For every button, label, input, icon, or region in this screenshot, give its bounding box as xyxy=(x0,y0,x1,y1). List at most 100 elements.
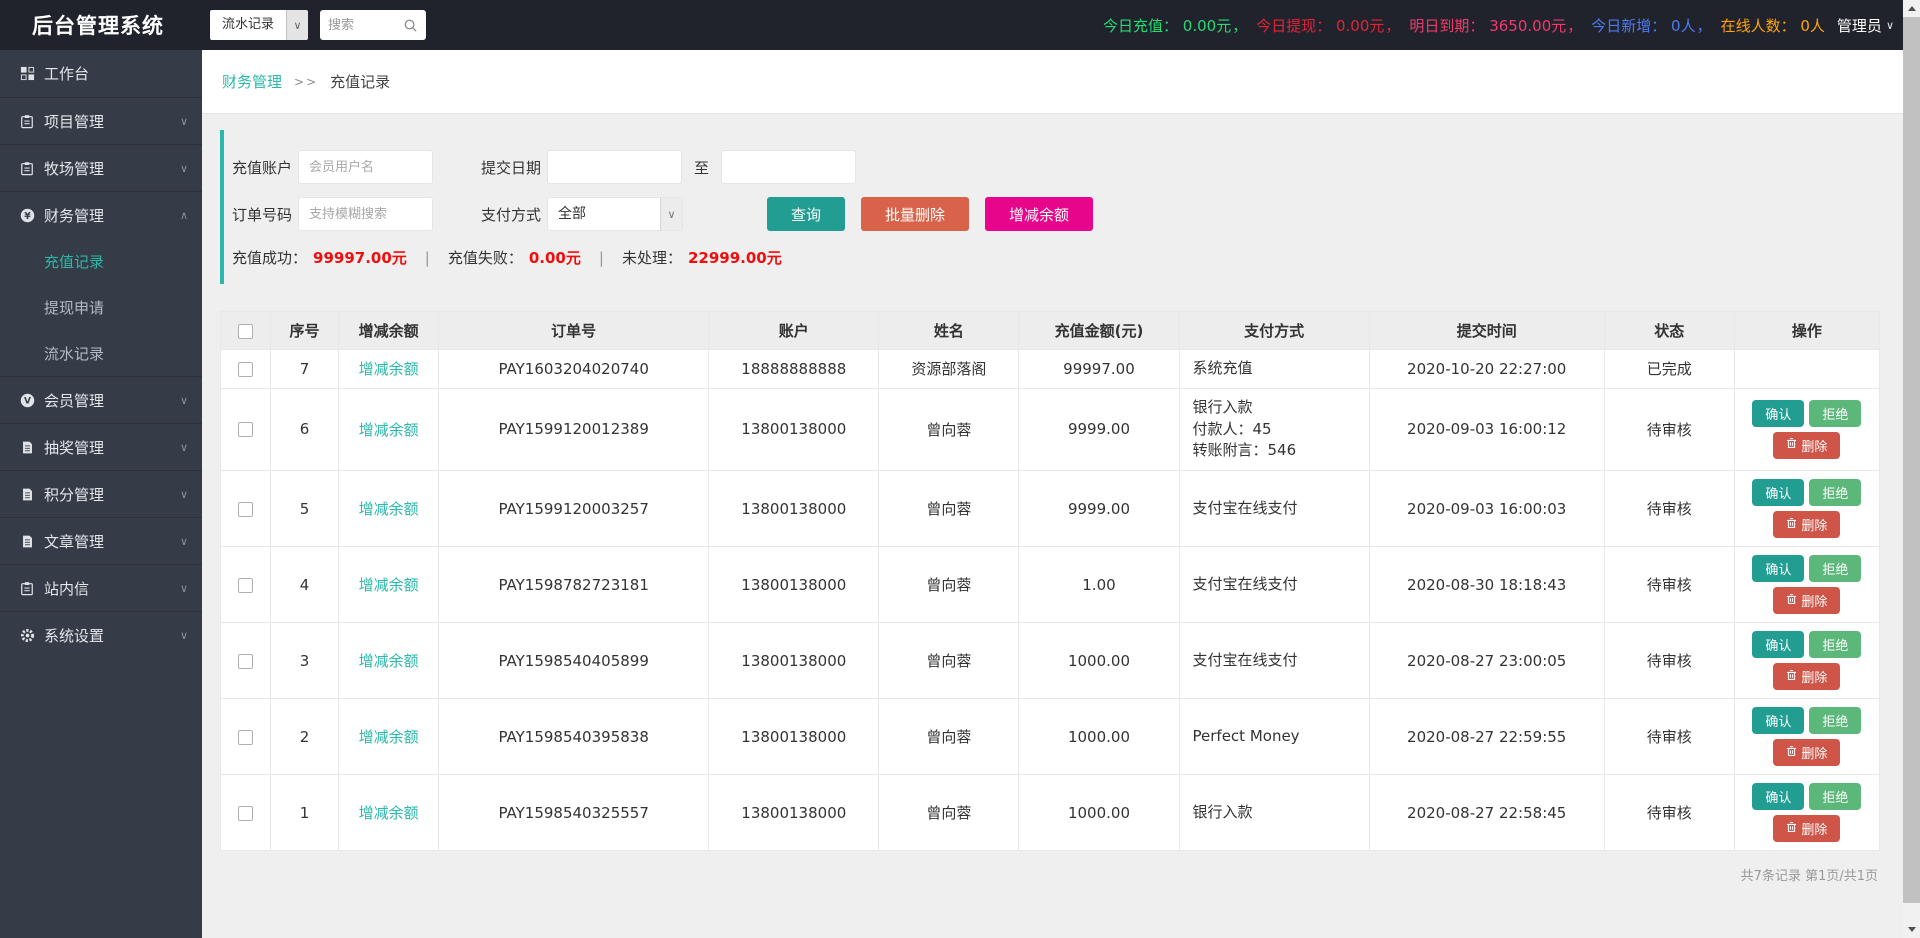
sidebar-item[interactable]: 工作台 xyxy=(0,50,202,97)
date-from-input[interactable] xyxy=(547,150,682,184)
table-header-cell: 增减余额 xyxy=(338,311,440,350)
batch-delete-button[interactable]: 批量删除 xyxy=(861,197,970,231)
confirm-button[interactable]: 确认 xyxy=(1752,555,1805,582)
confirm-button[interactable]: 确认 xyxy=(1752,707,1805,734)
reject-button[interactable]: 拒绝 xyxy=(1809,479,1862,506)
summary-divider: | xyxy=(424,248,430,267)
breadcrumb-parent[interactable]: 财务管理 xyxy=(222,71,282,92)
adjust-balance-link[interactable]: 增减余额 xyxy=(359,652,419,670)
page-scrollbar[interactable] xyxy=(1903,0,1920,938)
adjust-balance-button[interactable]: 增减余额 xyxy=(985,197,1094,231)
scrollbar-thumb[interactable] xyxy=(1903,17,1920,903)
row-checkbox[interactable] xyxy=(238,361,253,377)
table-header-cell: 支付方式 xyxy=(1178,311,1370,350)
cell-account[interactable]: 13800138000 xyxy=(708,622,880,699)
date-to-input[interactable] xyxy=(721,150,857,184)
delete-button[interactable]: 删除 xyxy=(1773,511,1841,538)
adjust-balance-link[interactable]: 增减余额 xyxy=(359,728,419,746)
chevron-down-icon: ∨ xyxy=(660,198,682,230)
cell-account[interactable]: 18888888888 xyxy=(708,349,880,389)
admin-menu[interactable]: 管理员 ∨ xyxy=(1837,15,1894,36)
cell-status: 待审核 xyxy=(1603,387,1735,472)
select-all-checkbox[interactable] xyxy=(238,323,253,339)
cell-submit-time: 2020-08-27 23:00:05 xyxy=(1368,622,1605,699)
row-checkbox[interactable] xyxy=(238,422,253,438)
sidebar-subitem[interactable]: 充值记录 xyxy=(0,238,202,284)
sidebar-item-label: 工作台 xyxy=(44,65,90,83)
recharge-account-input[interactable] xyxy=(298,150,433,184)
cell-payment-method: 支付宝在线支付 xyxy=(1178,470,1370,547)
delete-button[interactable]: 删除 xyxy=(1773,739,1841,766)
chevron-down-icon: ∨ xyxy=(179,393,188,407)
search-input[interactable] xyxy=(328,17,399,33)
confirm-button[interactable]: 确认 xyxy=(1752,399,1805,427)
cell-order-number: PAY1599120003257 xyxy=(438,470,710,547)
cell-account[interactable]: 13800138000 xyxy=(708,470,880,547)
delete-button[interactable]: 删除 xyxy=(1773,815,1841,842)
cell-name: 曾向蓉 xyxy=(878,622,1020,699)
adjust-balance-link[interactable]: 增减余额 xyxy=(359,421,419,439)
sidebar-item[interactable]: 站内信 ∨ xyxy=(0,564,202,611)
delete-button[interactable]: 删除 xyxy=(1773,587,1841,614)
sidebar-item[interactable]: 牧场管理 ∨ xyxy=(0,144,202,191)
confirm-button[interactable]: 确认 xyxy=(1752,479,1805,506)
sidebar-item-label: 会员管理 xyxy=(44,391,105,410)
sidebar-item[interactable]: 抽奖管理 ∨ xyxy=(0,423,202,470)
sidebar-item[interactable]: 项目管理 ∨ xyxy=(0,97,202,144)
cell-account[interactable]: 13800138000 xyxy=(708,387,880,472)
search-icon[interactable] xyxy=(403,18,418,33)
order-number-input[interactable] xyxy=(298,197,433,231)
cell-account[interactable]: 13800138000 xyxy=(708,546,880,623)
cell-amount: 9999.00 xyxy=(1018,387,1180,472)
pay-method-select[interactable]: 全部 ∨ xyxy=(547,197,683,231)
confirm-button[interactable]: 确认 xyxy=(1752,783,1805,810)
adjust-balance-link[interactable]: 增减余额 xyxy=(359,804,419,822)
chevron-down-icon: ∨ xyxy=(179,628,188,642)
row-checkbox[interactable] xyxy=(238,653,253,669)
sidebar-subitem[interactable]: 流水记录 xyxy=(0,330,202,376)
reject-button[interactable]: 拒绝 xyxy=(1809,707,1862,734)
reject-button[interactable]: 拒绝 xyxy=(1809,555,1862,582)
reject-button[interactable]: 拒绝 xyxy=(1809,631,1862,658)
chevron-down-icon[interactable]: ∨ xyxy=(286,10,309,40)
reject-button[interactable]: 拒绝 xyxy=(1809,399,1862,427)
cell-payment-method: 银行入款 付款人：45 转账附言：546 xyxy=(1178,387,1370,472)
summary-label: 充值成功： xyxy=(232,249,308,267)
recharge-summary: 充值成功： 99997.00元 | 充值失败： 0.00元 | 未处理： 22999.00元 xyxy=(232,247,1880,268)
row-checkbox[interactable] xyxy=(238,577,253,593)
cell-name: 曾向蓉 xyxy=(878,774,1020,851)
cell-amount: 1000.00 xyxy=(1018,774,1180,851)
topbar-stat: 今日新增： 0人， xyxy=(1591,16,1712,35)
sidebar-item[interactable]: ¥ 财务管理 ∧ xyxy=(0,191,202,238)
cell-submit-time: 2020-08-30 18:18:43 xyxy=(1368,546,1605,623)
sidebar-item[interactable]: 系统设置 ∨ xyxy=(0,611,202,658)
sidebar-subitem[interactable]: 提现申请 xyxy=(0,284,202,330)
adjust-balance-link[interactable]: 增减余额 xyxy=(359,500,419,518)
row-checkbox[interactable] xyxy=(238,501,253,517)
cell-actions: 确认 拒绝删除 xyxy=(1733,774,1881,851)
topbar-search[interactable] xyxy=(320,10,427,40)
scroll-up-icon[interactable] xyxy=(1903,0,1920,17)
cell-account[interactable]: 13800138000 xyxy=(708,774,880,851)
cell-name: 曾向蓉 xyxy=(878,546,1020,623)
cell-account[interactable]: 13800138000 xyxy=(708,698,880,775)
adjust-balance-link[interactable]: 增减余额 xyxy=(359,360,419,378)
query-button[interactable]: 查询 xyxy=(767,197,846,231)
chevron-down-icon: ∨ xyxy=(179,114,188,128)
module-select[interactable]: 流水记录 ∨ xyxy=(210,10,309,40)
main-area: 财务管理 >> 充值记录 充值账户 提交日期 至 订单号码 支付方式 全部 ∨ xyxy=(202,50,1920,938)
cell-seq: 3 xyxy=(270,622,340,699)
adjust-balance-link[interactable]: 增减余额 xyxy=(359,576,419,594)
scroll-down-icon[interactable] xyxy=(1903,921,1920,938)
cell-actions: 确认 拒绝删除 xyxy=(1733,546,1881,623)
chevron-down-icon: ∨ xyxy=(1885,18,1894,32)
sidebar-item[interactable]: 积分管理 ∨ xyxy=(0,470,202,517)
delete-button[interactable]: 删除 xyxy=(1773,431,1841,459)
confirm-button[interactable]: 确认 xyxy=(1752,631,1805,658)
sidebar-item[interactable]: V 会员管理 ∨ xyxy=(0,376,202,423)
row-checkbox[interactable] xyxy=(238,729,253,745)
row-checkbox[interactable] xyxy=(238,805,253,821)
delete-button[interactable]: 删除 xyxy=(1773,663,1841,690)
reject-button[interactable]: 拒绝 xyxy=(1809,783,1862,810)
sidebar-item[interactable]: 文章管理 ∨ xyxy=(0,517,202,564)
